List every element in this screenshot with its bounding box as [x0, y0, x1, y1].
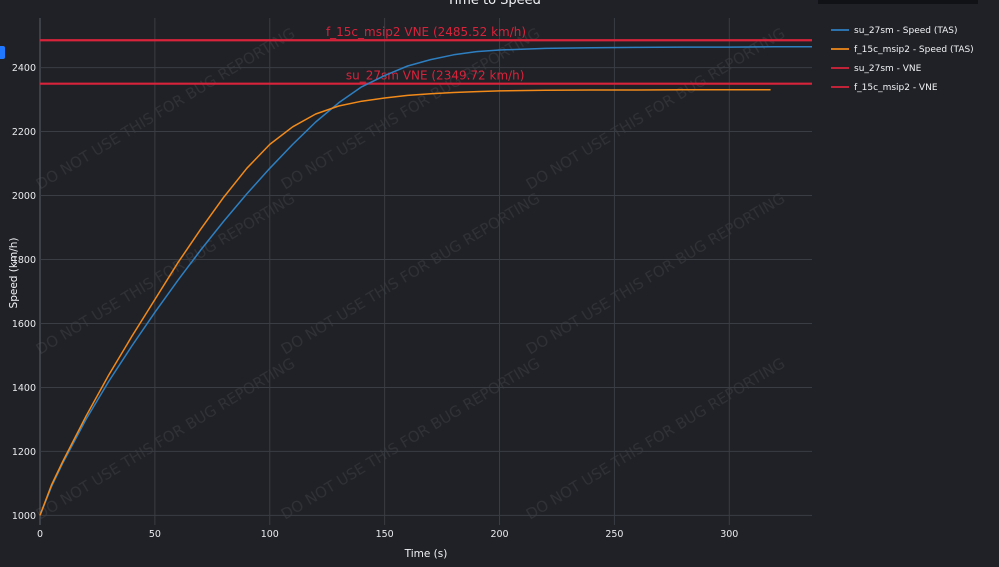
- y-tick-label: 2400: [12, 63, 36, 74]
- watermark-text: DO NOT USE THIS FOR BUG REPORTING: [523, 354, 788, 523]
- legend-label: su_27sm - VNE: [854, 64, 922, 74]
- watermark-text: DO NOT USE THIS FOR BUG REPORTING: [523, 189, 788, 358]
- y-tick-label: 2200: [12, 127, 36, 138]
- x-tick-label: 100: [261, 529, 279, 540]
- watermark-layer: DO NOT USE THIS FOR BUG REPORTINGDO NOT …: [33, 24, 788, 523]
- legend-label: su_27sm - Speed (TAS): [854, 26, 958, 36]
- y-tick-label: 1800: [12, 255, 36, 266]
- watermark-text: DO NOT USE THIS FOR BUG REPORTING: [33, 189, 298, 358]
- x-tick-label: 50: [149, 529, 161, 540]
- watermark-text: DO NOT USE THIS FOR BUG REPORTING: [33, 354, 298, 523]
- x-axis-title: Time (s): [404, 548, 448, 560]
- chart-title: Time to Speed: [446, 0, 541, 8]
- vne-annotation: f_15c_msip2 VNE (2485.52 km/h): [326, 25, 526, 39]
- vne-annotation: su_27sm VNE (2349.72 km/h): [346, 69, 525, 83]
- x-tick-label: 0: [37, 529, 43, 540]
- legend-label: f_15c_msip2 - VNE: [854, 83, 938, 93]
- x-tick-label: 150: [376, 529, 394, 540]
- legend[interactable]: su_27sm - Speed (TAS) f_15c_msip2 - Speed…: [831, 26, 974, 93]
- y-axis-title: Speed (km/h): [8, 238, 20, 309]
- chart-svg: DO NOT USE THIS FOR BUG REPORTINGDO NOT …: [8, 0, 974, 560]
- y-tick-label: 1600: [12, 319, 36, 330]
- watermark-text: DO NOT USE THIS FOR BUG REPORTING: [278, 189, 543, 358]
- watermark-text: DO NOT USE THIS FOR BUG REPORTING: [278, 354, 543, 523]
- x-tick-label: 250: [605, 529, 623, 540]
- watermark-text: DO NOT USE THIS FOR BUG REPORTING: [33, 24, 298, 193]
- y-tick-label: 1000: [12, 511, 36, 522]
- chart-container: DO NOT USE THIS FOR BUG REPORTING DO NOT …: [0, 0, 999, 567]
- y-tick-label: 2000: [12, 191, 36, 202]
- y-tick-label: 1200: [12, 447, 36, 458]
- legend-label: f_15c_msip2 - Speed (TAS): [854, 45, 974, 55]
- x-tick-label: 200: [490, 529, 508, 540]
- y-tick-label: 1400: [12, 383, 36, 394]
- x-tick-label: 300: [720, 529, 738, 540]
- watermark-text: DO NOT USE THIS FOR BUG REPORTING: [523, 24, 788, 193]
